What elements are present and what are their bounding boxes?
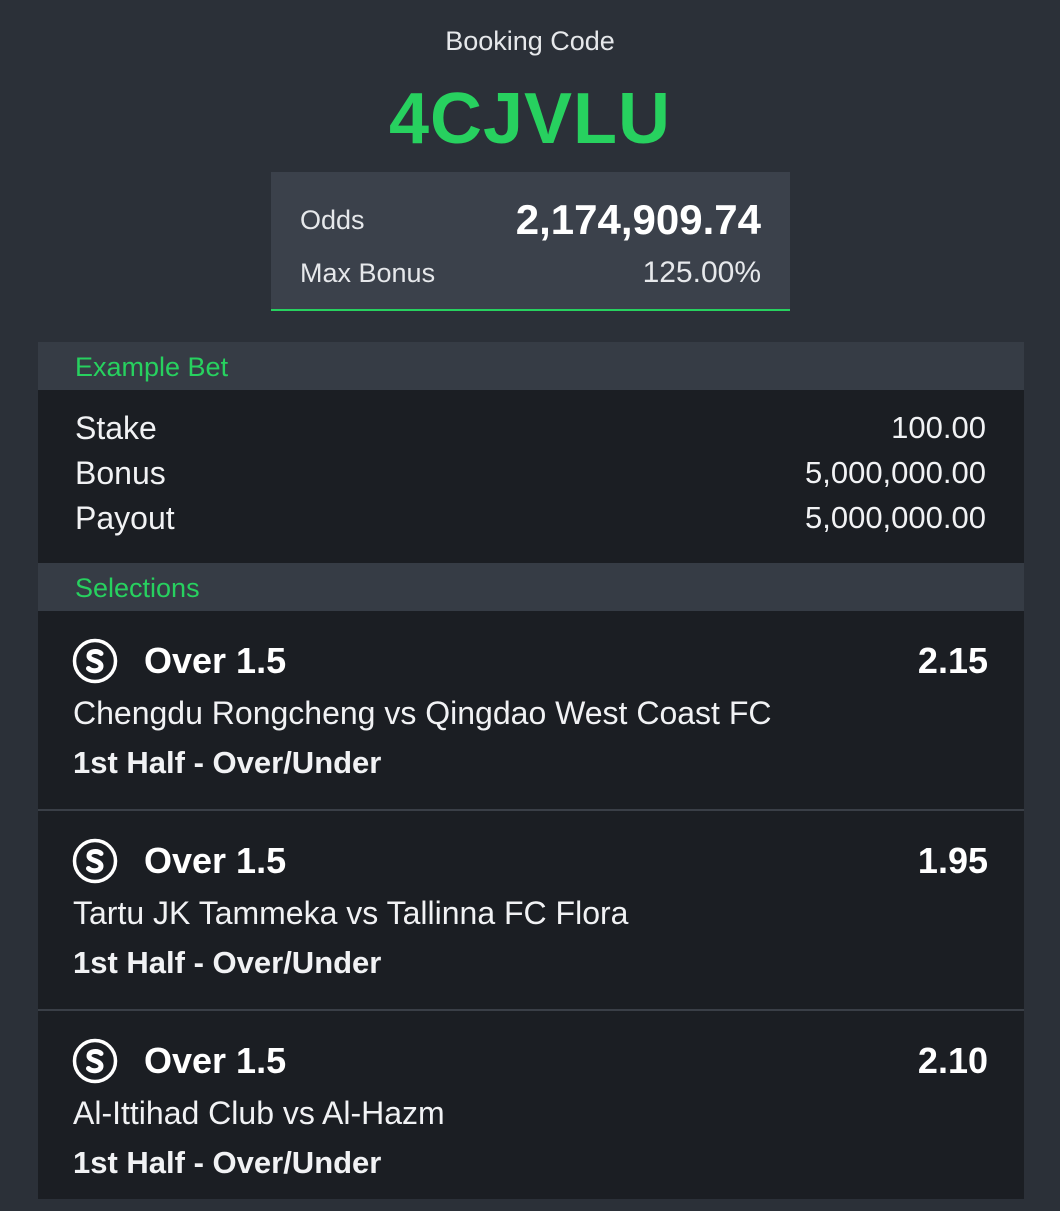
selection-match: Al-Ittihad Club vs Al-Hazm (73, 1095, 445, 1131)
selections-list: Over 1.5 2.15 Chengdu Rongcheng vs Qingd… (38, 611, 1024, 1199)
payout-label: Payout (75, 500, 175, 536)
stake-value: 100.00 (891, 410, 986, 445)
payout-value: 5,000,000.00 (804, 500, 986, 535)
max-bonus-label: Max Bonus (300, 258, 436, 288)
sport-soccer-icon (72, 638, 118, 684)
stake-row: Stake 100.00 (75, 410, 986, 450)
stake-label: Stake (75, 410, 157, 446)
selection-odd: 2.10 (917, 1040, 988, 1081)
max-bonus-value: 125.00% (642, 256, 761, 289)
booking-code[interactable]: 4CJVLU (0, 78, 1060, 160)
selection-market: 1st Half - Over/Under (73, 745, 382, 780)
example-bet-header: Example Bet (38, 342, 1024, 390)
selection-match: Tartu JK Tammeka vs Tallinna FC Flora (73, 895, 629, 931)
odds-label: Odds (300, 205, 365, 235)
odds-summary: Odds 2,174,909.74 Max Bonus 125.00% (271, 172, 790, 311)
selection-odd: 1.95 (917, 840, 988, 881)
selection-item[interactable]: Over 1.5 1.95 Tartu JK Tammeka vs Tallin… (38, 811, 1024, 1011)
example-bet-panel: Stake 100.00 Bonus 5,000,000.00 Payout 5… (38, 390, 1024, 563)
odds-value: 2,174,909.74 (515, 196, 761, 243)
selection-market: 1st Half - Over/Under (73, 1145, 382, 1180)
bonus-value: 5,000,000.00 (804, 455, 986, 490)
selections-header: Selections (38, 563, 1024, 611)
selection-pick: Over 1.5 (144, 1040, 287, 1081)
bonus-row: Bonus 5,000,000.00 (75, 455, 986, 495)
selection-pick: Over 1.5 (144, 640, 287, 681)
selection-odd: 2.15 (917, 640, 988, 681)
sport-soccer-icon (72, 838, 118, 884)
payout-row: Payout 5,000,000.00 (75, 500, 986, 540)
selection-match: Chengdu Rongcheng vs Qingdao West Coast … (73, 695, 772, 731)
booking-code-label: Booking Code (445, 26, 615, 56)
selection-item[interactable]: Over 1.5 2.10 Al-Ittihad Club vs Al-Hazm… (38, 1011, 1024, 1211)
bonus-label: Bonus (75, 455, 166, 491)
selection-pick: Over 1.5 (144, 840, 287, 881)
selection-market: 1st Half - Over/Under (73, 945, 382, 980)
sport-soccer-icon (72, 1038, 118, 1084)
selection-item[interactable]: Over 1.5 2.15 Chengdu Rongcheng vs Qingd… (38, 611, 1024, 811)
